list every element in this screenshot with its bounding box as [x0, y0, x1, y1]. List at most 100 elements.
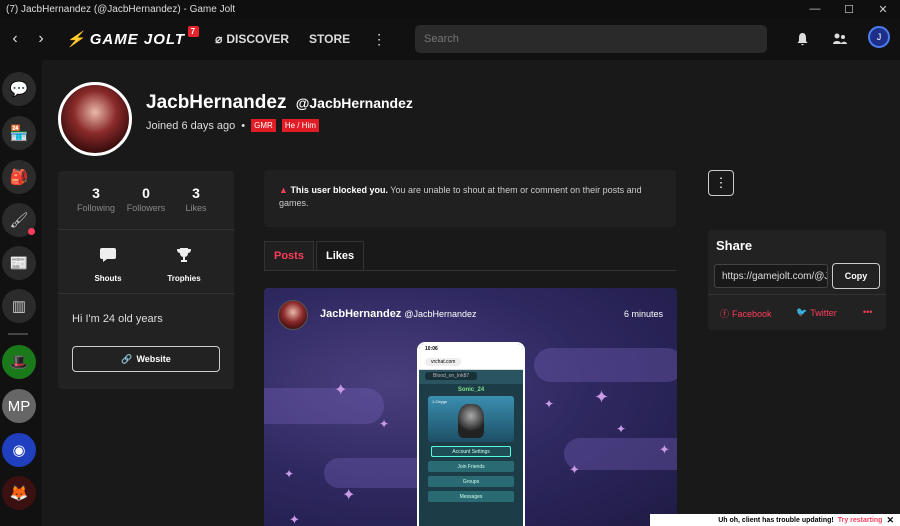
blocked-notice-title: This user blocked you.: [290, 185, 388, 195]
share-title: Share: [716, 238, 753, 253]
window-title: (7) JacbHernandez (@JacbHernandez) - Gam…: [6, 3, 236, 15]
maximize-button[interactable]: ☐: [832, 0, 866, 18]
trophies-link[interactable]: Trophies: [154, 247, 214, 283]
post-timestamp[interactable]: 6 minutes: [624, 309, 663, 319]
twitter-label: Twitter: [810, 307, 837, 318]
bg-star: ✦: [594, 387, 610, 407]
post-author-handle: @JacbHernandez: [404, 309, 477, 319]
post-author-avatar[interactable]: [278, 300, 308, 330]
phone-character-image: [458, 404, 484, 438]
profile-avatar[interactable]: [58, 82, 132, 156]
phone-card-label: 1-Oxygn: [432, 399, 448, 404]
post-media-image[interactable]: ✦ ✦ ✦ ✦ ✦ ✦ ✦ ✦ ✦ ✦ 10:06 vrchat.com Blo…: [264, 288, 677, 526]
toast-retry-link[interactable]: Try restarting: [838, 517, 883, 524]
website-button[interactable]: 🔗 Website: [72, 346, 220, 372]
phone-url-bar: vrchat.com: [419, 356, 523, 370]
minimize-button[interactable]: —: [798, 0, 832, 18]
bg-cloud: [264, 388, 384, 424]
post-author[interactable]: JacbHernandez @JacbHernandez: [320, 308, 477, 320]
toast-close-icon[interactable]: ✕: [886, 515, 894, 526]
friends-svg: [833, 33, 847, 44]
website-label: Website: [136, 354, 171, 364]
trophy-icon: [154, 247, 214, 268]
facebook-icon: ⓕ: [720, 309, 730, 319]
profile-header: JacbHernandez @JacbHernandez: [146, 92, 413, 114]
shouts-link[interactable]: Shouts: [78, 247, 138, 283]
share-card: Share Copy ⓕ Facebook 🐦 Twitter •••: [708, 230, 886, 330]
stat-likes[interactable]: 3 Likes: [167, 185, 225, 213]
profile-meta: Joined 6 days ago • GMR He / Him: [146, 119, 319, 132]
store-link[interactable]: STORE: [309, 32, 350, 46]
speech-bubble-svg: [100, 248, 116, 262]
tab-posts[interactable]: Posts: [264, 241, 314, 270]
gamejolt-logo[interactable]: ⚡ GAME JOLT 7: [66, 26, 200, 48]
notification-count-badge: 7: [187, 26, 200, 37]
logo-text: GAME JOLT: [89, 30, 186, 48]
phone-row-groups: Groups: [428, 476, 514, 487]
blocked-notice: ▲ This user blocked you. You are unable …: [264, 170, 676, 227]
bg-star: ✦: [334, 382, 348, 399]
phone-url: vrchat.com: [425, 358, 462, 366]
sidebar-divider: [8, 333, 28, 335]
phone-search-bar: Blood_on_Ink87: [419, 370, 523, 384]
shouts-label: Shouts: [94, 274, 122, 283]
phone-avatar-card: 1-Oxygn: [428, 396, 514, 442]
close-window-button[interactable]: ✕: [866, 0, 900, 18]
share-facebook-link[interactable]: ⓕ Facebook: [720, 307, 772, 320]
sidebar-backpack-icon[interactable]: 🎒: [2, 160, 36, 194]
tab-likes[interactable]: Likes: [315, 241, 365, 270]
phone-search-text: Blood_on_Ink87: [425, 372, 478, 380]
warning-icon: ▲: [279, 185, 288, 195]
left-sidebar: 💬 🏪 🎒 🖌 📰 ▥ 🎩 MP ◉ 🦊: [0, 60, 42, 526]
update-toast: Uh oh, client has trouble updating! Try …: [650, 514, 900, 526]
sidebar-library-icon[interactable]: ▥: [2, 289, 36, 323]
phone-row-messages: Messages: [428, 491, 514, 502]
discover-link[interactable]: ⌀ DISCOVER: [215, 32, 289, 46]
twitter-icon: 🐦: [796, 307, 808, 317]
joined-text: Joined 6 days ago: [146, 119, 236, 132]
phone-screenshot: 10:06 vrchat.com Blood_on_Ink87 Sonic_24…: [417, 342, 525, 526]
meta-separator: •: [241, 119, 246, 132]
share-twitter-link[interactable]: 🐦 Twitter: [796, 307, 837, 318]
discover-icon: ⌀: [215, 32, 223, 46]
phone-row-join-friends: Join Friends: [428, 461, 514, 472]
search-input[interactable]: [415, 25, 767, 53]
sidebar-store-icon[interactable]: 🏪: [2, 116, 36, 150]
more-menu-icon[interactable]: ⋮: [372, 31, 386, 48]
post-card[interactable]: ✦ ✦ ✦ ✦ ✦ ✦ ✦ ✦ ✦ ✦ 10:06 vrchat.com Blo…: [264, 288, 677, 526]
profile-bio: Hi I'm 24 old years: [72, 313, 163, 325]
sidebar-news-icon[interactable]: 📰: [2, 246, 36, 280]
share-more-button[interactable]: •••: [863, 307, 872, 317]
phone-username: Sonic_24: [457, 387, 485, 393]
profile-display-name: JacbHernandez: [146, 92, 287, 113]
sidebar-community-green-icon[interactable]: 🎩: [2, 345, 36, 379]
bg-star: ✦: [569, 462, 580, 477]
stat-likes-value: 3: [192, 185, 200, 201]
stats-divider: [58, 229, 234, 230]
stat-likes-label: Likes: [185, 203, 207, 213]
back-button[interactable]: ‹: [4, 24, 26, 54]
link-icon: 🔗: [121, 353, 133, 364]
bell-icon[interactable]: [792, 29, 812, 49]
trophies-label: Trophies: [167, 274, 201, 283]
discover-label: DISCOVER: [226, 32, 289, 46]
bio-divider: [58, 293, 234, 294]
bg-star: ✦: [284, 467, 295, 481]
copy-button[interactable]: Copy: [832, 263, 880, 289]
bg-cloud: [534, 348, 677, 382]
share-url-field[interactable]: [714, 264, 828, 288]
sidebar-chat-icon[interactable]: 💬: [2, 72, 36, 106]
bell-svg: [797, 33, 807, 46]
trophy-svg: [177, 248, 191, 262]
forward-button[interactable]: ›: [30, 24, 52, 54]
bg-star: ✦: [342, 487, 356, 504]
phone-clock: 10:06: [419, 344, 523, 356]
top-navbar: ‹ › ⚡ GAME JOLT 7 ⌀ DISCOVER STORE ⋮ J: [0, 18, 900, 60]
profile-tabs: Posts Likes: [264, 241, 676, 271]
user-avatar-button[interactable]: J: [868, 26, 890, 48]
sidebar-community-eye-icon[interactable]: ◉: [2, 433, 36, 467]
profile-more-button[interactable]: ⋮: [708, 170, 734, 196]
friends-icon[interactable]: [830, 29, 850, 49]
sidebar-community-fox-icon[interactable]: 🦊: [2, 476, 36, 510]
sidebar-community-mp[interactable]: MP: [2, 389, 36, 423]
